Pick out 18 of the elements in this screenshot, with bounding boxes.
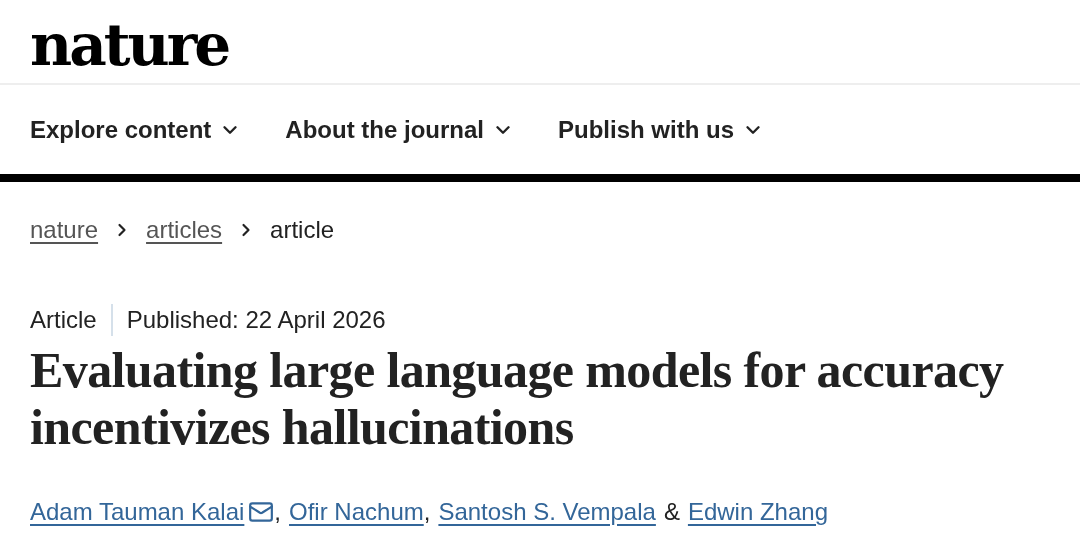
nav-menu-button[interactable]: Explore content (30, 115, 242, 144)
author-link[interactable]: Ofir Nachum (289, 498, 424, 526)
article-title: Evaluating large language models for accuracy incentivizes hallucinations (29, 342, 1005, 456)
author-separator: , (423, 498, 431, 526)
author-separator: , (274, 498, 282, 526)
breadcrumb-link[interactable]: articles (146, 216, 223, 244)
author-link[interactable]: Santosh S. Vempala (438, 498, 656, 526)
nav-menu-button[interactable]: About the journal (285, 115, 514, 144)
nav-menu-button[interactable]: Publish with us (558, 115, 765, 144)
nature-logo[interactable]: nature (30, 15, 229, 74)
publication-date: Published: 22 April 2026 (126, 306, 386, 334)
breadcrumb-link[interactable]: nature (30, 216, 99, 244)
article-type: Article (30, 306, 97, 334)
author-link[interactable]: Adam Tauman Kalai (30, 498, 245, 526)
breadcrumb-current: article (270, 216, 335, 244)
mail-icon[interactable] (248, 499, 275, 525)
author-link[interactable]: Edwin Zhang (687, 498, 828, 526)
author-separator: & (662, 498, 681, 526)
